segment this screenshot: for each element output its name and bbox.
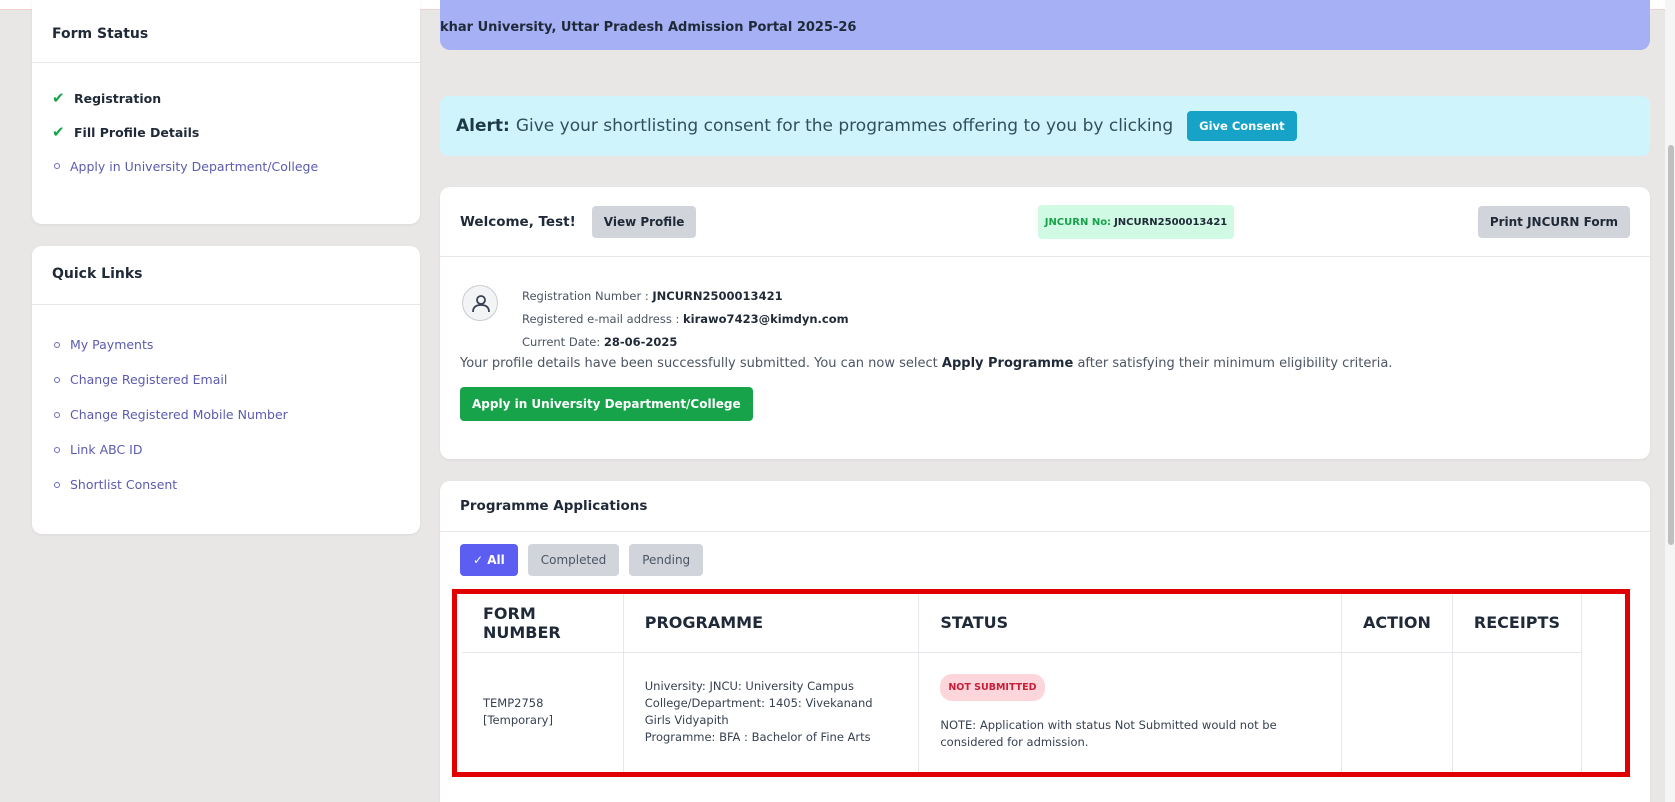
status-item-registration: ✔ Registration [52, 81, 400, 115]
applications-table: FORM NUMBER PROGRAMME STATUS ACTION RECE… [462, 594, 1583, 772]
msg-before: Your profile details have been successfu… [460, 356, 938, 371]
filter-completed-button[interactable]: Completed [527, 544, 620, 576]
portal-banner: khar University, Uttar Pradesh Admission… [440, 0, 1650, 50]
welcome-header: Welcome, Test! View Profile JNCURN No: J… [440, 187, 1650, 257]
link-change-mobile[interactable]: Change Registered Mobile Number [52, 397, 400, 432]
msg-after: after satisfying their minimum eligibili… [1077, 356, 1393, 371]
form-status-title: Form Status [32, 0, 420, 63]
status-note: NOTE: Application with status Not Submit… [940, 717, 1277, 749]
alert-prefix: Alert: [456, 116, 510, 136]
jncurn-value: JNCURN2500013421 [1114, 216, 1228, 228]
col-form-number: FORM NUMBER [462, 594, 624, 653]
form-status-card: Form Status ✔ Registration ✔ Fill Profil… [32, 0, 420, 224]
reg-number-line: Registration Number : JNCURN2500013421 [522, 285, 1630, 308]
circle-bullet-icon [54, 341, 60, 348]
form-number: TEMP2758 [483, 696, 544, 711]
welcome-body: Registration Number : JNCURN2500013421 R… [440, 257, 1650, 421]
circle-bullet-icon [54, 481, 60, 488]
welcome-card: Welcome, Test! View Profile JNCURN No: J… [440, 187, 1650, 459]
col-receipts: RECEIPTS [1452, 594, 1583, 653]
link-label: Change Registered Mobile Number [70, 407, 288, 422]
link-my-payments[interactable]: My Payments [52, 327, 400, 362]
reg-number-label: Registration Number : [522, 289, 649, 303]
applications-card: Programme Applications ✓ All Completed P… [440, 481, 1650, 802]
profile-message: Your profile details have been successfu… [460, 354, 1630, 374]
msg-bold: Apply Programme [941, 356, 1074, 371]
status-item-profile: ✔ Fill Profile Details [52, 115, 400, 149]
email-line: Registered e-mail address : kirawo7423@k… [522, 308, 1630, 331]
jncurn-label: JNCURN No: [1044, 216, 1112, 228]
quick-links-card: Quick Links My Payments Change Registere… [32, 246, 420, 534]
cell-programme: University: JNCU: University Campus Coll… [623, 652, 920, 772]
welcome-greeting: Welcome, Test! [460, 213, 576, 230]
date-label: Current Date: [522, 335, 601, 349]
status-item-label: Fill Profile Details [74, 124, 200, 140]
university-text: University: JNCU: University Campus [644, 679, 854, 694]
reg-number-value: JNCURN2500013421 [652, 289, 783, 303]
apply-button[interactable]: Apply in University Department/College [460, 387, 753, 421]
status-badge: NOT SUBMITTED [940, 673, 1045, 701]
link-label: My Payments [70, 337, 154, 352]
form-type: [Temporary] [483, 713, 553, 728]
circle-bullet-icon [54, 411, 60, 418]
alert-text: Give your shortlisting consent for the p… [515, 116, 1174, 136]
link-label: Change Registered Email [70, 372, 228, 387]
programme-text: Programme: BFA : Bachelor of Fine Arts [644, 730, 871, 745]
user-icon [472, 295, 490, 313]
email-value: kirawo7423@kimdyn.com [683, 312, 849, 326]
college-text: College/Department: 1405: Vivekanand Gir… [644, 696, 873, 728]
consent-alert: Alert: Give your shortlisting consent fo… [440, 96, 1650, 156]
print-jncurn-button[interactable]: Print JNCURN Form [1477, 206, 1630, 238]
quick-links-title: Quick Links [32, 246, 420, 305]
give-consent-button[interactable]: Give Consent [1187, 111, 1297, 141]
circle-bullet-icon [54, 376, 60, 383]
jncurn-badge: JNCURN No: JNCURN2500013421 [1038, 205, 1234, 239]
date-line: Current Date: 28-06-2025 [522, 331, 1630, 354]
circle-bullet-icon [54, 163, 60, 169]
cell-receipts [1452, 652, 1583, 772]
filter-all-button[interactable]: ✓ All [460, 544, 518, 576]
check-icon: ✔ [52, 123, 65, 141]
link-change-email[interactable]: Change Registered Email [52, 362, 400, 397]
registration-details: Registration Number : JNCURN2500013421 R… [522, 285, 1630, 354]
status-item-apply: Apply in University Department/College [52, 149, 400, 183]
cell-action [1341, 652, 1453, 772]
status-item-label: Apply in University Department/College [70, 158, 319, 174]
table-row: TEMP2758 [Temporary] University: JNCU: U… [462, 652, 1583, 772]
scrollbar-thumb[interactable] [1668, 145, 1674, 545]
filter-pending-button[interactable]: Pending [629, 544, 704, 576]
table-header-row: FORM NUMBER PROGRAMME STATUS ACTION RECE… [462, 594, 1583, 653]
cell-status: NOT SUBMITTED NOTE: Application with sta… [918, 652, 1342, 772]
page-scrollbar[interactable] [1665, 0, 1675, 802]
view-profile-button[interactable]: View Profile [591, 205, 697, 238]
link-shortlist-consent[interactable]: Shortlist Consent [52, 467, 400, 502]
applications-table-highlight: FORM NUMBER PROGRAMME STATUS ACTION RECE… [452, 589, 1630, 777]
avatar [462, 285, 498, 321]
banner-text: khar University, Uttar Pradesh Admission… [440, 20, 857, 35]
col-status: STATUS [918, 594, 1342, 653]
check-icon: ✔ [52, 89, 65, 107]
cell-form-number: TEMP2758 [Temporary] [462, 652, 624, 772]
filter-label: All [487, 553, 505, 567]
circle-bullet-icon [54, 446, 60, 453]
email-label: Registered e-mail address : [522, 312, 680, 326]
form-status-list: ✔ Registration ✔ Fill Profile Details Ap… [32, 63, 420, 201]
date-value: 28-06-2025 [603, 335, 678, 349]
col-programme: PROGRAMME [623, 594, 920, 653]
quick-links-list: My Payments Change Registered Email Chan… [32, 305, 420, 524]
applications-title: Programme Applications [440, 481, 1650, 532]
col-action: ACTION [1341, 594, 1453, 653]
link-abc-id[interactable]: Link ABC ID [52, 432, 400, 467]
link-label: Shortlist Consent [70, 477, 178, 492]
filter-group: ✓ All Completed Pending [440, 532, 1650, 588]
link-label: Link ABC ID [70, 442, 143, 457]
status-item-label: Registration [74, 90, 162, 106]
check-icon: ✓ [473, 553, 488, 567]
